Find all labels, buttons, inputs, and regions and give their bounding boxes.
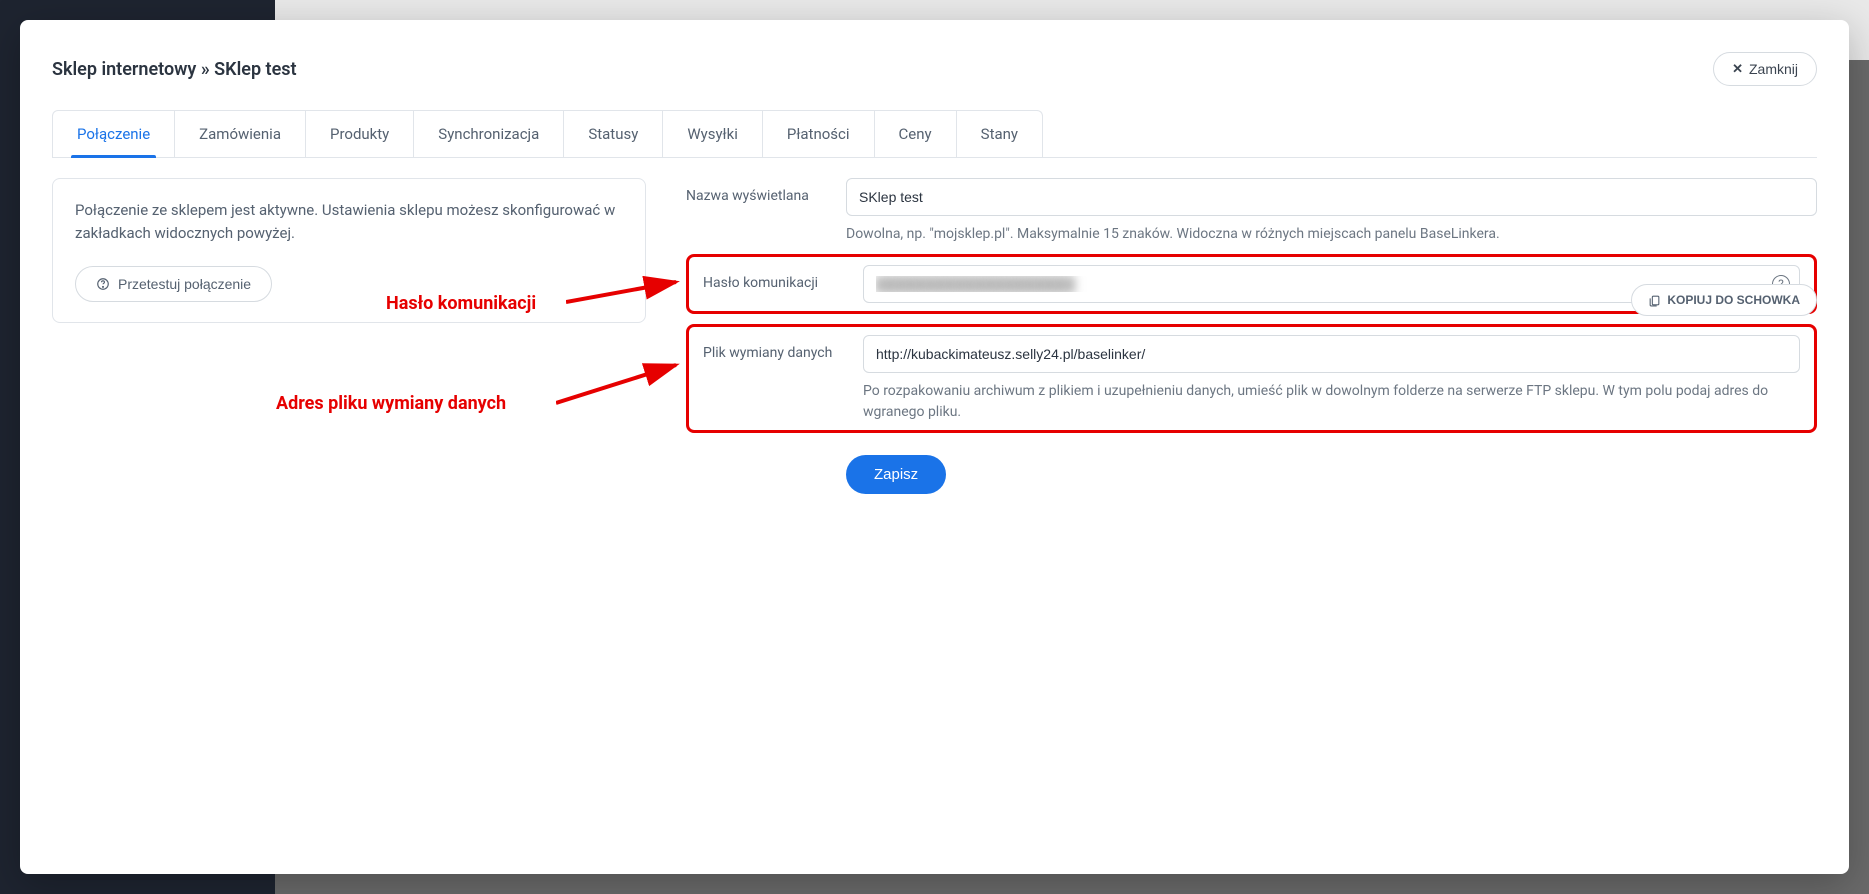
exchange-file-helper: Po rozpakowaniu archiwum z plikiem i uzu… [863,381,1800,422]
tab-prices[interactable]: Ceny [874,110,957,157]
annotation-exchange: Adres pliku wymiany danych [276,393,506,414]
copy-button-label: KOPIUJ DO SCHOWKA [1667,293,1800,307]
label-exchange-file: Plik wymiany danych [703,335,863,361]
modal-title: Sklep internetowy » SKlep test [52,59,297,80]
clipboard-icon [1648,294,1661,307]
exchange-file-input[interactable] [863,335,1800,373]
tab-stocks[interactable]: Stany [956,110,1043,157]
shop-settings-modal: Sklep internetowy » SKlep test ✕ Zamknij… [20,20,1849,874]
label-display-name: Nazwa wyświetlana [686,178,846,204]
connection-info-text: Połączenie ze sklepem jest aktywne. Usta… [75,199,623,244]
arrow-exchange [556,353,686,413]
test-connection-label: Przetestuj połączenie [118,276,251,292]
help-circle-icon [96,277,110,291]
save-button[interactable]: Zapisz [846,455,946,494]
tab-sync[interactable]: Synchronizacja [413,110,564,157]
row-display-name: Nazwa wyświetlana Dowolna, np. "mojsklep… [686,178,1817,244]
test-connection-button[interactable]: Przetestuj połączenie [75,266,272,302]
tab-products[interactable]: Produkty [305,110,414,157]
tab-payments[interactable]: Płatności [762,110,875,157]
close-button[interactable]: ✕ Zamknij [1713,52,1817,86]
row-exchange-file: Plik wymiany danych Po rozpakowaniu arch… [703,335,1800,422]
close-button-label: Zamknij [1749,61,1798,77]
tab-shipments[interactable]: Wysyłki [662,110,763,157]
connection-info-panel: Połączenie ze sklepem jest aktywne. Usta… [52,178,646,323]
highlight-exchange-file: Plik wymiany danych Po rozpakowaniu arch… [686,324,1817,433]
display-name-helper: Dowolna, np. "mojsklep.pl". Maksymalnie … [846,224,1817,244]
tab-connection[interactable]: Połączenie [52,110,175,157]
tab-orders[interactable]: Zamówienia [174,110,306,157]
copy-to-clipboard-button[interactable]: KOPIUJ DO SCHOWKA [1631,284,1817,316]
modal-header: Sklep internetowy » SKlep test ✕ Zamknij [52,52,1817,86]
label-password: Hasło komunikacji [703,265,863,291]
connection-form: Nazwa wyświetlana Dowolna, np. "mojsklep… [686,178,1817,494]
tabs-bar: Połączenie Zamówienia Produkty Synchroni… [52,110,1817,158]
annotation-password: Hasło komunikacji [386,293,536,314]
tab-statuses[interactable]: Statusy [563,110,663,157]
tab-content: Połączenie ze sklepem jest aktywne. Usta… [52,178,1817,494]
display-name-input[interactable] [846,178,1817,216]
close-icon: ✕ [1732,61,1743,77]
